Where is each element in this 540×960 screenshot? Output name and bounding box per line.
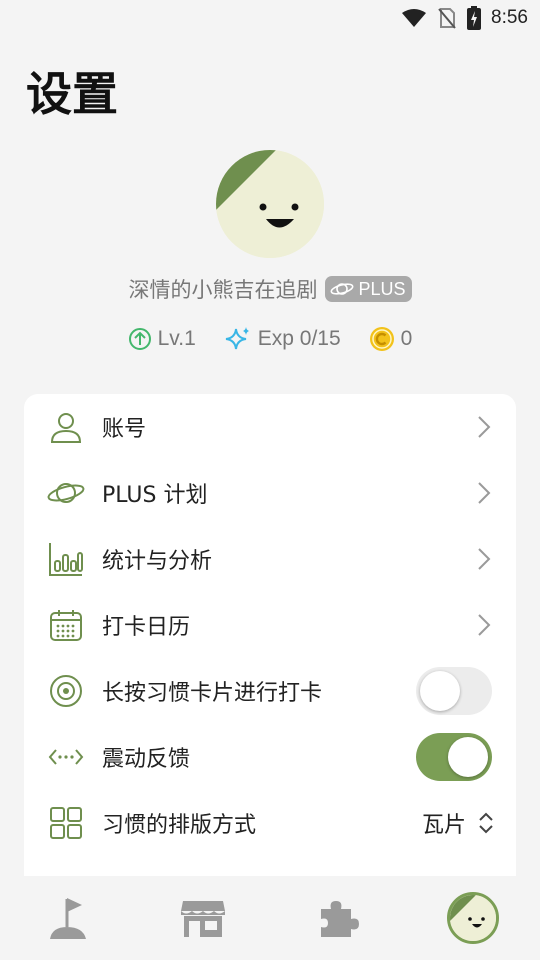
planet-icon [331,283,354,295]
nav-tab-settings[interactable] [405,876,540,960]
coin-stat: 0 [369,326,413,352]
status-bar: 8:56 [0,0,540,36]
settings-item-calendar[interactable]: 打卡日历 [24,592,516,658]
settings-item-statistics[interactable]: 统计与分析 [24,526,516,592]
settings-item-plus[interactable]: PLUS 计划 [24,460,516,526]
layout-select[interactable]: 瓦片 [422,807,494,839]
settings-item-label: 账号 [102,417,147,442]
no-sim-icon [438,8,456,29]
settings-item-label: 习惯的排版方式 [102,813,257,838]
profile-avatar[interactable] [216,150,324,258]
plus-badge[interactable]: PLUS [325,276,412,302]
settings-item-vibration: 震动反馈 [24,724,516,790]
settings-item-label: 打卡日历 [102,615,191,640]
chevron-right-icon [474,611,494,639]
avatar-icon [446,892,499,944]
battery-charging-icon [467,6,482,30]
plus-badge-label: PLUS [358,278,406,299]
coin-icon [369,327,394,351]
level-stat: Lv.1 [128,327,196,351]
calendar-icon [46,605,86,645]
puzzle-icon [320,901,359,937]
target-icon [46,671,86,711]
flag-icon [49,898,86,939]
settings-screen: 8:56 设置 深情的小熊吉在追剧 PLUS Lv.1 Exp 0/15 0 账… [0,0,540,960]
chevron-right-icon [474,545,494,573]
bar-chart-icon [46,539,86,579]
layout-select-value: 瓦片 [421,813,466,838]
exp-value: Exp 0/15 [257,327,341,350]
settings-item-label: 长按习惯卡片进行打卡 [102,681,323,706]
toggle-knob [448,737,488,777]
level-up-icon [128,328,151,350]
profile-name-row: 深情的小熊吉在追剧 PLUS [0,272,540,306]
profile-stats: Lv.1 Exp 0/15 0 [0,322,540,356]
unfold-icon [479,812,493,834]
settings-list: 账号 PLUS 计划 统计与分析 打卡日历 长按习惯卡片进行打卡 震动反馈 习惯… [24,394,516,894]
exp-stat: Exp 0/15 [224,325,341,353]
vibration-icon [46,737,86,777]
bottom-nav [0,876,540,960]
nav-tab-plugins[interactable] [270,876,405,960]
toggle-knob [420,671,460,711]
wifi-icon [402,9,427,27]
settings-item-label: 震动反馈 [102,747,191,772]
clock: 8:56 [491,7,528,28]
planet-icon [46,473,86,513]
coin-value: 0 [400,327,413,350]
level-value: Lv.1 [157,327,196,350]
long-press-toggle[interactable] [416,667,492,715]
nickname: 深情的小熊吉在追剧 [128,278,318,302]
nav-tab-store[interactable] [135,876,270,960]
settings-item-label: PLUS 计划 [102,483,208,508]
user-icon [46,407,86,447]
page-title: 设置 [26,67,118,121]
settings-item-label: 统计与分析 [102,549,213,574]
settings-item-account[interactable]: 账号 [24,394,516,460]
sparkle-icon [225,327,249,350]
nav-tab-habits[interactable] [0,876,135,960]
settings-item-long-press: 长按习惯卡片进行打卡 [24,658,516,724]
vibration-toggle[interactable] [416,733,492,781]
chevron-right-icon [474,413,494,441]
grid-icon [46,803,86,843]
chevron-right-icon [474,479,494,507]
store-icon [180,901,225,937]
settings-item-layout[interactable]: 习惯的排版方式 瓦片 [24,790,516,856]
